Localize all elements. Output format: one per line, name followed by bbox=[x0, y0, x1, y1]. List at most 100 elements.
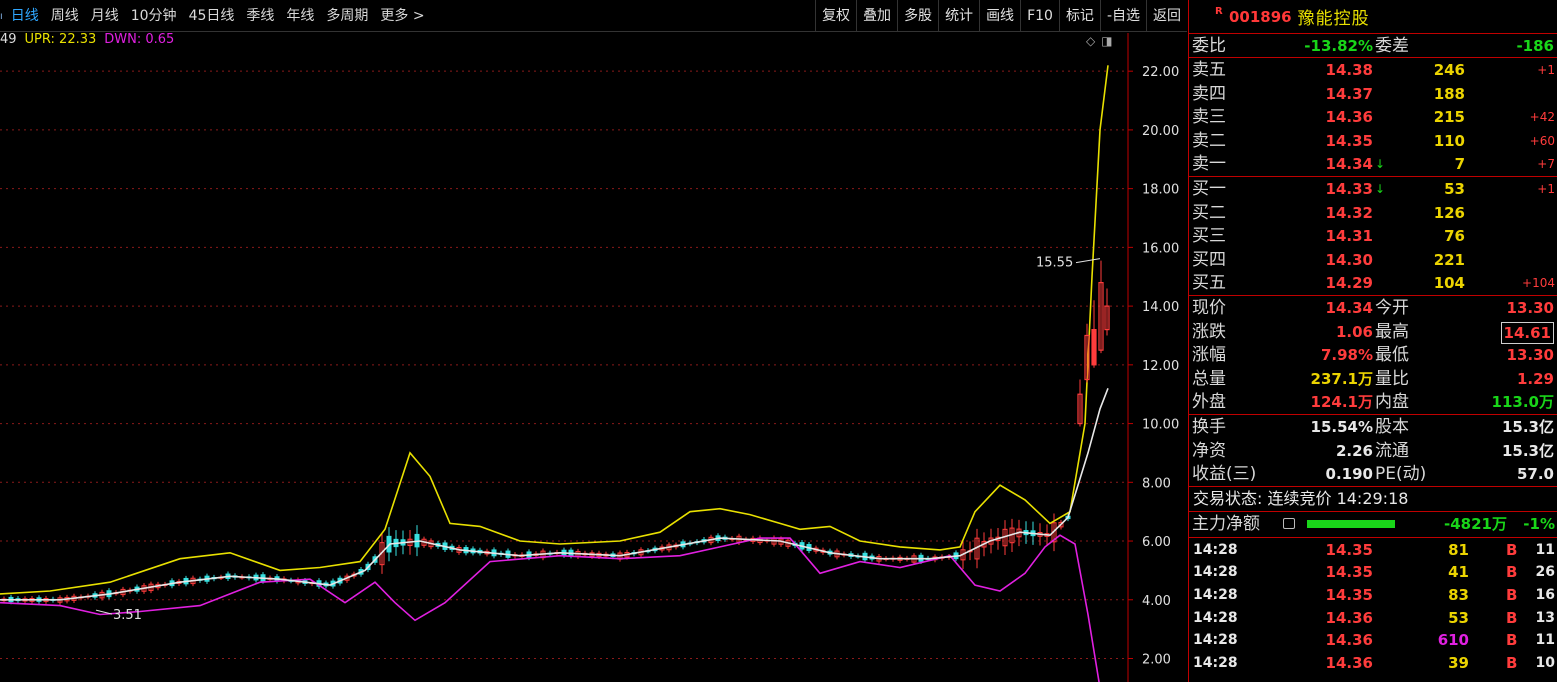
ask-row[interactable]: 卖二 14.35 110 +60 bbox=[1189, 129, 1557, 153]
tick-row: 14:28 14.36 610 B 11 bbox=[1189, 628, 1557, 651]
tick-volume: 610 bbox=[1437, 631, 1469, 650]
main-force-label: 主力净额 bbox=[1192, 513, 1260, 534]
level-volume: 221 bbox=[1433, 250, 1465, 269]
toolbar-button[interactable]: 返回 bbox=[1146, 0, 1187, 32]
bid-row[interactable]: 买一 14.33 ↓ 53 +1 bbox=[1189, 177, 1557, 201]
quote-row: 现价 14.34 今开 13.30 bbox=[1189, 296, 1557, 320]
stock-name[interactable]: 豫能控股 bbox=[1298, 4, 1370, 29]
weicha-value: -186 bbox=[1516, 37, 1554, 55]
quote-row: 收益(三) 0.190 PE(动) 57.0 bbox=[1189, 462, 1557, 486]
toolbar-button[interactable]: 标记 bbox=[1058, 0, 1100, 32]
quote-label: 量比 bbox=[1375, 368, 1409, 389]
toolbar-button[interactable]: F10 bbox=[1020, 0, 1059, 32]
quote-label: 流通 bbox=[1375, 440, 1409, 461]
y-tick-label: 14.00 bbox=[1142, 300, 1179, 315]
tick-count: 10 bbox=[1535, 655, 1555, 672]
period-tab[interactable]: 年线 bbox=[280, 0, 320, 32]
tick-time: 14:28 bbox=[1193, 564, 1238, 581]
tick-time: 14:28 bbox=[1193, 632, 1238, 649]
ask-row[interactable]: 卖三 14.36 215 +42 bbox=[1189, 105, 1557, 129]
bid-row[interactable]: 买三 14.31 76 bbox=[1189, 224, 1557, 248]
bid-row[interactable]: 买四 14.30 221 bbox=[1189, 248, 1557, 272]
y-tick-label: 22.00 bbox=[1142, 65, 1179, 80]
period-tab[interactable]: 日线 bbox=[5, 0, 45, 32]
period-tab[interactable]: 多周期 bbox=[320, 0, 374, 32]
tick-price: 14.35 bbox=[1325, 563, 1373, 582]
level-price: 14.34 bbox=[1325, 155, 1373, 174]
tick-volume: 39 bbox=[1448, 654, 1469, 673]
y-tick-label: 2.00 bbox=[1142, 653, 1171, 668]
price-chart[interactable]: 2.00 4.00 6.00 8.00 10.00 12.00 14.00 16.00 18.0… bbox=[0, 33, 1187, 682]
tick-row: 14:28 14.35 81 B 11 bbox=[1189, 538, 1557, 561]
ask-book: 卖五 14.38 246 +1 卖四 14.37 188 卖三 14.36 215 +42 卖二 14.… bbox=[1189, 58, 1557, 177]
tick-row: 14:28 14.35 83 B 16 bbox=[1189, 583, 1557, 606]
level-volume: 215 bbox=[1433, 108, 1465, 127]
tick-row: 14:28 14.36 39 B 10 bbox=[1189, 651, 1557, 674]
quote-value: 14.34 bbox=[1325, 298, 1373, 317]
series-line-mid bbox=[0, 388, 1109, 601]
toolbar-button[interactable]: 多股 bbox=[897, 0, 938, 32]
tick-count: 11 bbox=[1535, 632, 1555, 649]
tick-list[interactable]: 14:28 14.35 81 B 11 14:28 14.35 41 B 26 14:28 14.35… bbox=[1189, 538, 1557, 674]
ask-row[interactable]: 卖四 14.37 188 bbox=[1189, 82, 1557, 106]
r-mark: R bbox=[1215, 6, 1223, 17]
quote-row: 涨幅 7.98% 最低 13.30 bbox=[1189, 343, 1557, 367]
level-volume: 76 bbox=[1444, 227, 1465, 246]
toolbar-button[interactable]: 画线 bbox=[979, 0, 1020, 32]
quote-row: 涨跌 1.06 最高 14.61 bbox=[1189, 320, 1557, 344]
level-volume: 7 bbox=[1454, 155, 1465, 174]
weicha-label: 委差 bbox=[1375, 36, 1409, 56]
quote-label: 今开 bbox=[1375, 297, 1409, 318]
period-tab[interactable]: 10分钟 bbox=[125, 0, 183, 32]
tick-side: B bbox=[1506, 586, 1518, 605]
period-tab[interactable]: 月线 bbox=[85, 0, 125, 32]
toolbar-button[interactable]: 统计 bbox=[938, 0, 979, 32]
candle-body bbox=[1091, 329, 1097, 366]
tick-count: 16 bbox=[1535, 587, 1555, 604]
ask-row[interactable]: 卖一 14.34 ↓ 7 +7 bbox=[1189, 152, 1557, 176]
bid-book: 买一 14.33 ↓ 53 +1 买二 14.32 126 买三 14.31 76 买四 14.30 22… bbox=[1189, 177, 1557, 296]
tool-buttons: 复权 叠加 多股 统计 画线 F10 标记 -自选 返回 bbox=[815, 0, 1187, 32]
toolbar-button[interactable]: -自选 bbox=[1099, 0, 1146, 32]
tick-time: 14:28 bbox=[1193, 609, 1238, 626]
level-change: +1 bbox=[1537, 181, 1555, 196]
level-price: 14.30 bbox=[1325, 250, 1373, 269]
level-volume: 104 bbox=[1433, 274, 1465, 293]
toolbar-button[interactable]: 叠加 bbox=[856, 0, 897, 32]
period-tab[interactable]: 45日线 bbox=[183, 0, 241, 32]
level-price: 14.37 bbox=[1325, 84, 1373, 103]
quote-value: 237.1万 bbox=[1310, 369, 1373, 388]
y-tick-label: 4.00 bbox=[1142, 594, 1171, 609]
main-force-bar bbox=[1307, 519, 1395, 528]
list-icon[interactable] bbox=[1283, 517, 1295, 529]
quote-value: 15.54% bbox=[1310, 417, 1373, 436]
period-tab[interactable]: 周线 bbox=[45, 0, 85, 32]
bid-row[interactable]: 买二 14.32 126 bbox=[1189, 201, 1557, 225]
period-tab[interactable]: 季线 bbox=[240, 0, 280, 32]
level-volume: 188 bbox=[1433, 84, 1465, 103]
tick-row: 14:28 14.35 41 B 26 bbox=[1189, 560, 1557, 583]
level-volume: 110 bbox=[1433, 131, 1465, 150]
down-arrow-icon: ↓ bbox=[1375, 181, 1386, 196]
y-tick-label: 6.00 bbox=[1142, 535, 1171, 550]
level-price: 14.38 bbox=[1325, 61, 1373, 79]
tick-side: B bbox=[1506, 563, 1518, 582]
period-tab[interactable]: 更多 > bbox=[374, 0, 430, 32]
quote-panel: R 001896 豫能控股 委比 -13.82% 委差 -186 卖五 14.38… bbox=[1188, 0, 1557, 682]
quote-row: 净资 2.26 流通 15.3亿 bbox=[1189, 439, 1557, 463]
level-change: +7 bbox=[1537, 157, 1555, 172]
weibi-value: -13.82% bbox=[1304, 37, 1373, 55]
quote-value: 113.0万 bbox=[1491, 393, 1554, 412]
level-price: 14.36 bbox=[1325, 108, 1373, 127]
quote-label: PE(动) bbox=[1375, 464, 1427, 485]
bid-row[interactable]: 买五 14.29 104 +104 bbox=[1189, 271, 1557, 295]
ask-row[interactable]: 卖五 14.38 246 +1 bbox=[1189, 58, 1557, 82]
y-tick-label: 16.00 bbox=[1142, 241, 1179, 256]
toolbar-button[interactable]: 复权 bbox=[815, 0, 856, 32]
tick-side: B bbox=[1506, 631, 1518, 650]
tick-count: 26 bbox=[1535, 564, 1555, 581]
quote-value: 2.26 bbox=[1335, 441, 1373, 460]
quote-value: 13.30 bbox=[1506, 346, 1554, 365]
quote-value: 124.1万 bbox=[1310, 393, 1373, 412]
tick-price: 14.36 bbox=[1325, 608, 1373, 627]
